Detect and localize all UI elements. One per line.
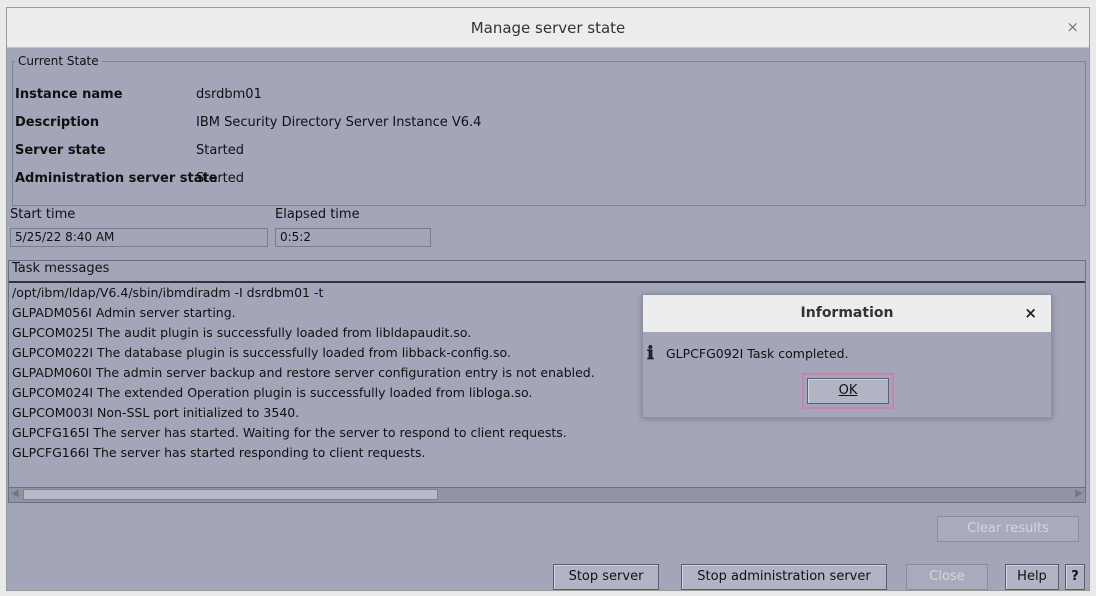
- start-time-label: Start time: [10, 207, 76, 222]
- message-line: GLPCFG165I The server has started. Waiti…: [12, 425, 567, 440]
- elapsed-time-label: Elapsed time: [275, 207, 360, 222]
- message-line: GLPCOM003I Non-SSL port initialized to 3…: [12, 405, 300, 420]
- ok-button-label: OK: [838, 383, 858, 398]
- information-dialog: Information × ℹ GLPCFG092I Task complete…: [642, 294, 1052, 418]
- start-time-field: 5/25/22 8:40 AM: [10, 228, 268, 247]
- message-line: /opt/ibm/ldap/V6.4/sbin/ibmdiradm -I dsr…: [12, 285, 324, 300]
- dialog-title: Information: [800, 305, 894, 321]
- description-value: IBM Security Directory Server Instance V…: [196, 115, 482, 130]
- elapsed-time-field: 0:5:2: [275, 228, 431, 247]
- message-line: GLPCOM025I The audit plugin is successfu…: [12, 325, 472, 340]
- server-state-label: Server state: [15, 143, 106, 158]
- task-messages-header: Task messages: [9, 261, 1085, 283]
- scroll-left-icon[interactable]: ◀: [11, 488, 19, 499]
- dialog-message: GLPCFG092I Task completed.: [666, 346, 849, 361]
- close-button[interactable]: Close: [906, 564, 988, 590]
- stop-server-button[interactable]: Stop server: [553, 564, 659, 590]
- message-line: GLPADM060I The admin server backup and r…: [12, 365, 595, 380]
- message-line: GLPCOM024I The extended Operation plugin…: [12, 385, 533, 400]
- message-line: GLPCOM022I The database plugin is succes…: [12, 345, 511, 360]
- clear-results-button[interactable]: Clear results: [937, 516, 1079, 542]
- message-line: GLPCFG166I The server has started respon…: [12, 445, 426, 460]
- admin-server-state-value: Started: [196, 171, 245, 186]
- dialog-title-bar: Information ×: [643, 295, 1051, 332]
- admin-server-state-label: Administration server state: [15, 171, 218, 186]
- help-button[interactable]: Help: [1005, 564, 1059, 590]
- current-state-legend: Current State: [18, 54, 99, 68]
- info-icon: ℹ: [647, 343, 654, 364]
- ok-button[interactable]: OK: [807, 378, 889, 404]
- scrollbar-thumb[interactable]: [23, 489, 438, 500]
- horizontal-scrollbar[interactable]: ◀ ▶: [9, 487, 1085, 502]
- description-label: Description: [15, 115, 100, 130]
- window-title: Manage server state: [470, 19, 626, 37]
- dialog-close-icon[interactable]: ×: [1024, 304, 1037, 322]
- window-close-icon[interactable]: ×: [1066, 18, 1079, 36]
- scroll-right-icon[interactable]: ▶: [1075, 488, 1083, 499]
- ok-button-focus-ring: OK: [802, 373, 894, 409]
- stop-administration-server-button[interactable]: Stop administration server: [681, 564, 887, 590]
- message-line: GLPADM056I Admin server starting.: [12, 305, 236, 320]
- context-help-button[interactable]: ?: [1065, 564, 1085, 590]
- title-bar: Manage server state ×: [7, 8, 1089, 48]
- instance-name-label: Instance name: [15, 87, 123, 102]
- server-state-value: Started: [196, 143, 245, 158]
- instance-name-value: dsrdbm01: [196, 87, 262, 102]
